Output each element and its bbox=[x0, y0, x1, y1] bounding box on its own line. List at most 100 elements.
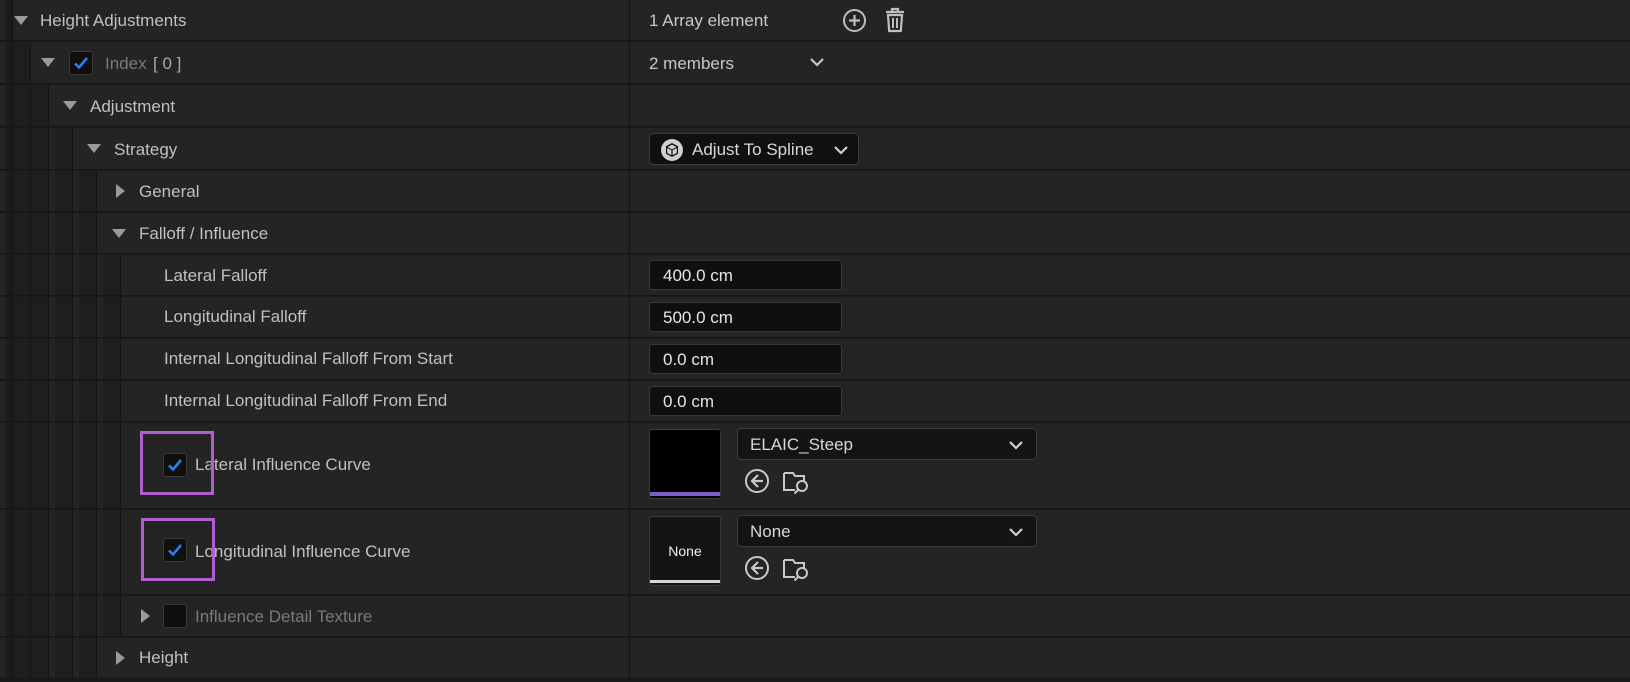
indent-guide bbox=[103, 255, 121, 295]
row-strategy: Strategy Adjust To Spline bbox=[0, 128, 1630, 170]
cube-icon bbox=[661, 139, 683, 161]
row-height-adjustments: Height Adjustments 1 Array element bbox=[0, 0, 1630, 41]
members-count: 2 members bbox=[649, 54, 735, 73]
indent-guide bbox=[79, 255, 97, 295]
detail-texture-checkbox[interactable] bbox=[163, 604, 187, 628]
indent-guide bbox=[31, 596, 49, 636]
chevron-down-icon bbox=[1009, 528, 1023, 537]
expand-arrow-icon[interactable] bbox=[14, 16, 28, 25]
property-label: Internal Longitudinal Falloff From End bbox=[164, 391, 448, 410]
indent-guide bbox=[6, 339, 13, 379]
row-falloff-influence: Falloff / Influence bbox=[0, 213, 1630, 254]
indent-guide bbox=[6, 510, 13, 594]
indent-guide bbox=[13, 128, 31, 169]
longitudinal-falloff-input[interactable]: 500.0 cm bbox=[649, 302, 842, 332]
indent-guide bbox=[13, 171, 31, 211]
internal-start-input[interactable]: 0.0 cm bbox=[649, 344, 842, 374]
plus-circle-icon[interactable] bbox=[842, 8, 867, 33]
indent-guide bbox=[31, 510, 49, 594]
collapse-arrow-icon[interactable] bbox=[116, 184, 125, 198]
indent-guide bbox=[6, 596, 13, 636]
strategy-value: Adjust To Spline bbox=[692, 140, 814, 159]
column-divider bbox=[629, 297, 630, 337]
indent-guide bbox=[6, 213, 13, 253]
indent-guide bbox=[31, 381, 49, 421]
checkbox-highlight bbox=[141, 518, 215, 581]
property-label: Internal Longitudinal Falloff From Start bbox=[164, 349, 453, 368]
property-label: Longitudinal Falloff bbox=[164, 307, 307, 326]
indent-guide bbox=[13, 85, 31, 126]
indent-guide bbox=[6, 85, 13, 126]
indent-guide bbox=[55, 423, 73, 508]
asset-name: None bbox=[750, 522, 791, 541]
indent-guide bbox=[6, 0, 13, 40]
index-checkbox[interactable] bbox=[69, 51, 93, 75]
indent-guide bbox=[31, 339, 49, 379]
indent-guide bbox=[6, 255, 13, 295]
indent-guide bbox=[13, 297, 31, 337]
row-general: General bbox=[0, 171, 1630, 212]
indent-guide bbox=[79, 510, 97, 594]
column-divider bbox=[629, 171, 630, 211]
indent-guide bbox=[31, 297, 49, 337]
curve-thumbnail[interactable]: None bbox=[649, 516, 721, 586]
indent-guide bbox=[13, 42, 31, 83]
property-label: Influence Detail Texture bbox=[195, 607, 373, 626]
collapse-arrow-icon[interactable] bbox=[141, 609, 150, 623]
curve-thumbnail[interactable] bbox=[649, 429, 721, 499]
arrow-left-circle-icon[interactable] bbox=[744, 555, 770, 581]
indent-guide bbox=[55, 171, 73, 211]
thumbnail-text: None bbox=[668, 543, 702, 559]
collapse-arrow-icon[interactable] bbox=[116, 651, 125, 665]
property-label: Longitudinal Influence Curve bbox=[195, 542, 411, 561]
strategy-class-combo[interactable]: Adjust To Spline bbox=[649, 133, 859, 165]
row-index: Index [ 0 ] 2 members bbox=[0, 42, 1630, 84]
chevron-down-icon bbox=[1009, 441, 1023, 450]
row-internal-falloff-end: Internal Longitudinal Falloff From End 0… bbox=[0, 381, 1630, 422]
indent-guide bbox=[6, 423, 13, 508]
indent-guide bbox=[55, 596, 73, 636]
details-panel: Height Adjustments 1 Array element Index… bbox=[0, 0, 1630, 682]
column-divider bbox=[629, 596, 630, 636]
thumbnail-underline bbox=[650, 492, 720, 496]
expand-arrow-icon[interactable] bbox=[41, 58, 55, 67]
property-label: Falloff / Influence bbox=[139, 224, 269, 243]
indent-guide bbox=[31, 128, 49, 169]
asset-picker-combo[interactable]: None bbox=[737, 515, 1037, 547]
indent-guide bbox=[6, 42, 13, 83]
arrow-left-circle-icon[interactable] bbox=[744, 468, 770, 494]
indent-guide bbox=[55, 510, 73, 594]
column-divider bbox=[629, 510, 630, 594]
indent-guide bbox=[31, 171, 49, 211]
folder-search-icon[interactable] bbox=[782, 467, 812, 495]
indent-guide bbox=[13, 423, 31, 508]
trash-icon[interactable] bbox=[884, 7, 906, 33]
column-divider bbox=[629, 638, 630, 678]
indent-guide bbox=[55, 381, 73, 421]
indent-guide bbox=[13, 510, 31, 594]
index-value: [ 0 ] bbox=[153, 54, 182, 73]
indent-guide bbox=[13, 596, 31, 636]
indent-guide bbox=[55, 297, 73, 337]
expand-arrow-icon[interactable] bbox=[112, 229, 126, 238]
indent-guide bbox=[79, 638, 97, 678]
column-divider bbox=[629, 128, 630, 169]
indent-guide bbox=[55, 638, 73, 678]
indent-guide bbox=[55, 339, 73, 379]
expand-arrow-icon[interactable] bbox=[87, 144, 101, 153]
folder-search-icon[interactable] bbox=[782, 554, 812, 582]
chevron-down-icon[interactable] bbox=[809, 57, 825, 67]
property-label: Index bbox=[105, 54, 147, 73]
lateral-falloff-input[interactable]: 400.0 cm bbox=[649, 260, 842, 290]
indent-guide bbox=[31, 85, 49, 126]
column-divider bbox=[629, 85, 630, 126]
indent-guide bbox=[55, 213, 73, 253]
indent-guide bbox=[79, 171, 97, 211]
asset-picker-combo[interactable]: ELAIC_Steep bbox=[737, 428, 1037, 460]
array-count: 1 Array element bbox=[649, 11, 769, 30]
internal-end-input[interactable]: 0.0 cm bbox=[649, 386, 842, 416]
expand-arrow-icon[interactable] bbox=[63, 101, 77, 110]
column-divider bbox=[629, 0, 630, 40]
row-influence-detail-texture: Influence Detail Texture bbox=[0, 596, 1630, 637]
row-adjustment: Adjustment bbox=[0, 85, 1630, 127]
